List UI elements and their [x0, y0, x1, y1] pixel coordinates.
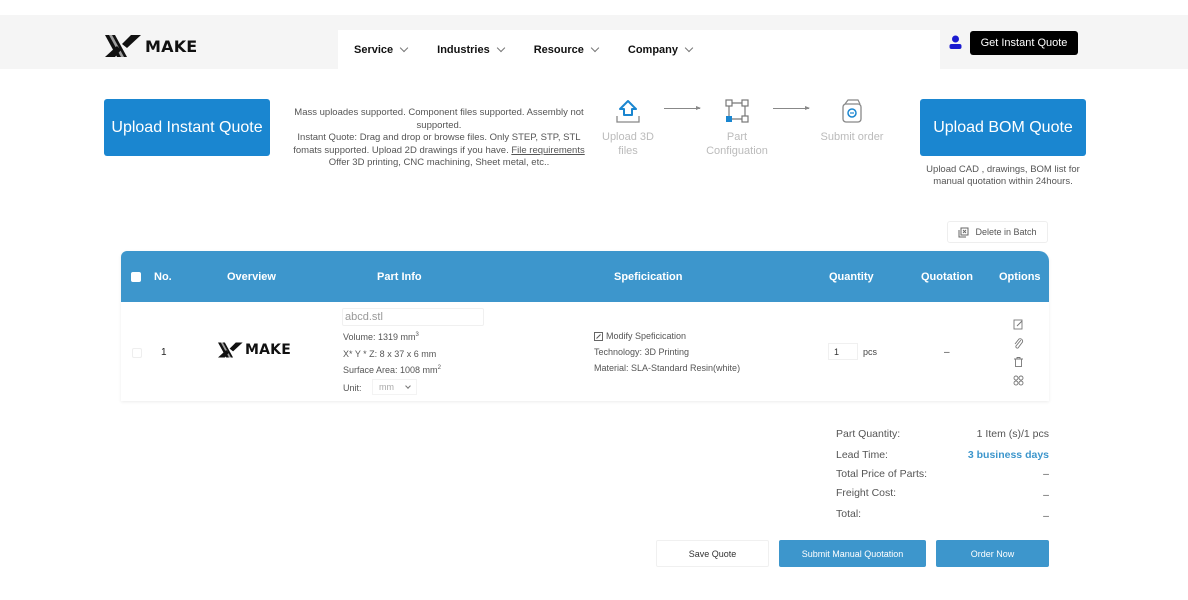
total-value: – [1043, 510, 1049, 522]
step-arrow [773, 106, 810, 110]
upload-description: Mass uploades supported. Component files… [284, 107, 594, 170]
quantity-unit: pcs [863, 347, 878, 357]
user-icon[interactable] [949, 35, 962, 54]
freight-cost-label: Freight Cost: [836, 487, 897, 499]
bom-description: Upload CAD , drawings, BOM list for manu… [926, 164, 1080, 187]
unit-label: Unit: [343, 383, 362, 393]
nav-industries[interactable]: Industries [437, 43, 505, 56]
step-arrow [664, 106, 701, 110]
lead-time-value: 3 business days [967, 449, 1049, 461]
row-checkbox[interactable] [132, 348, 142, 358]
get-instant-quote-button[interactable]: Get Instant Quote [970, 31, 1078, 55]
trash-icon[interactable] [1013, 354, 1024, 372]
chevron-down-icon [496, 43, 505, 53]
submit-manual-quotation-button[interactable]: Submit Manual Quotation [779, 540, 926, 567]
x-logo-icon [105, 35, 141, 57]
part-preview[interactable]: MAKE [218, 341, 291, 359]
submit-order-icon [842, 99, 862, 123]
quantity-input[interactable] [828, 343, 858, 360]
part-dimensions: X* Y * Z: 8 x 37 x 6 mm [343, 349, 437, 359]
nav-service[interactable]: Service [354, 43, 409, 56]
configuration-icon [725, 99, 749, 123]
table-header: No. Overview Part Info Speficication Qua… [121, 251, 1049, 302]
filename-input[interactable] [342, 308, 484, 326]
step-label: Upload 3D files [602, 131, 654, 157]
total-price-label: Total Price of Parts: [836, 468, 928, 480]
nav-label: Company [627, 44, 678, 56]
total-label: Total: [836, 508, 862, 520]
col-quotation: Quotation [921, 271, 973, 283]
chevron-down-icon [684, 43, 694, 53]
col-quantity: Quantity [829, 271, 874, 283]
col-no: No. [154, 271, 172, 283]
unit-select[interactable]: mm [372, 379, 417, 395]
col-overview: Overview [227, 271, 276, 283]
chevron-down-icon [405, 382, 411, 389]
nav-resource[interactable]: Resource [533, 43, 600, 56]
upload-bom-quote-button[interactable]: Upload BOM Quote [920, 99, 1086, 156]
file-requirements-link[interactable]: File requirements [511, 145, 584, 156]
col-specification: Speficication [614, 271, 683, 283]
quotation-value: – [944, 347, 950, 358]
table-row: 1 MAKE Volume: 1319 mm3 X* Y * Z: 8 x 37… [121, 302, 1049, 401]
step-submit-order: Submit order [812, 98, 892, 144]
edit-icon [594, 331, 603, 341]
nav-label: Resource [533, 44, 584, 56]
site-logo[interactable]: MAKE [105, 35, 197, 57]
volume-text: Volume: 1319 mm [343, 332, 416, 342]
col-part-info: Part Info [377, 271, 422, 283]
batch-delete-icon [958, 227, 969, 237]
freight-cost-value: – [1043, 489, 1049, 501]
modify-specification-link[interactable]: Modify Speficication [594, 331, 686, 341]
surface-area-text: Surface Area: 1008 mm [343, 365, 438, 375]
upload-instant-quote-button[interactable]: Upload Instant Quote [104, 99, 270, 156]
modify-spec-label: Modify Speficication [606, 331, 687, 341]
nav-label: Service [354, 44, 394, 56]
main-nav: Service Industries Resource Company [338, 30, 940, 70]
order-now-button[interactable]: Order Now [936, 540, 1049, 567]
upload-desc-line: Offer 3D printing, CNC machining, Sheet … [328, 157, 550, 168]
row-number: 1 [161, 347, 167, 358]
logo-text: MAKE [145, 36, 198, 56]
edit-icon[interactable] [1013, 317, 1024, 335]
part-surface-area: Surface Area: 1008 mm2 [343, 365, 441, 375]
step-label: Submit order [820, 131, 884, 143]
chevron-down-icon [399, 43, 409, 53]
nav-label: Industries [437, 44, 490, 56]
part-quantity-label: Part Quantity: [836, 428, 901, 440]
step-label: Part Configuation [706, 131, 768, 157]
nav-company[interactable]: Company [627, 43, 694, 56]
attachment-icon[interactable] [1013, 336, 1024, 354]
part-volume: Volume: 1319 mm3 [343, 332, 419, 342]
chevron-down-icon [590, 43, 600, 53]
spec-technology: Technology: 3D Printing [594, 347, 690, 357]
spec-material: Material: SLA-Standard Resin(white) [594, 363, 741, 373]
delete-in-batch-button[interactable]: Delete in Batch [947, 221, 1048, 243]
copy-icon[interactable] [1013, 373, 1024, 391]
col-options: Options [999, 271, 1041, 283]
step-upload-3d-files: Upload 3D files [596, 98, 660, 158]
lead-time-label: Lead Time: [836, 449, 888, 461]
parts-table: No. Overview Part Info Speficication Qua… [121, 251, 1049, 401]
step-part-configuration: Part Configuation [698, 98, 776, 158]
delete-batch-label: Delete in Batch [975, 227, 1037, 237]
unit-value: mm [379, 382, 394, 392]
preview-logo-text: MAKE [245, 342, 291, 358]
upload-desc-line: Mass uploades supported. Component files… [294, 107, 584, 131]
x-logo-icon [218, 342, 243, 358]
upload-icon [616, 100, 640, 123]
part-quantity-value: 1 Item (s)/1 pcs [976, 428, 1049, 440]
total-price-value: – [1043, 468, 1049, 480]
save-quote-button[interactable]: Save Quote [656, 540, 769, 567]
select-all-checkbox[interactable] [131, 272, 141, 282]
